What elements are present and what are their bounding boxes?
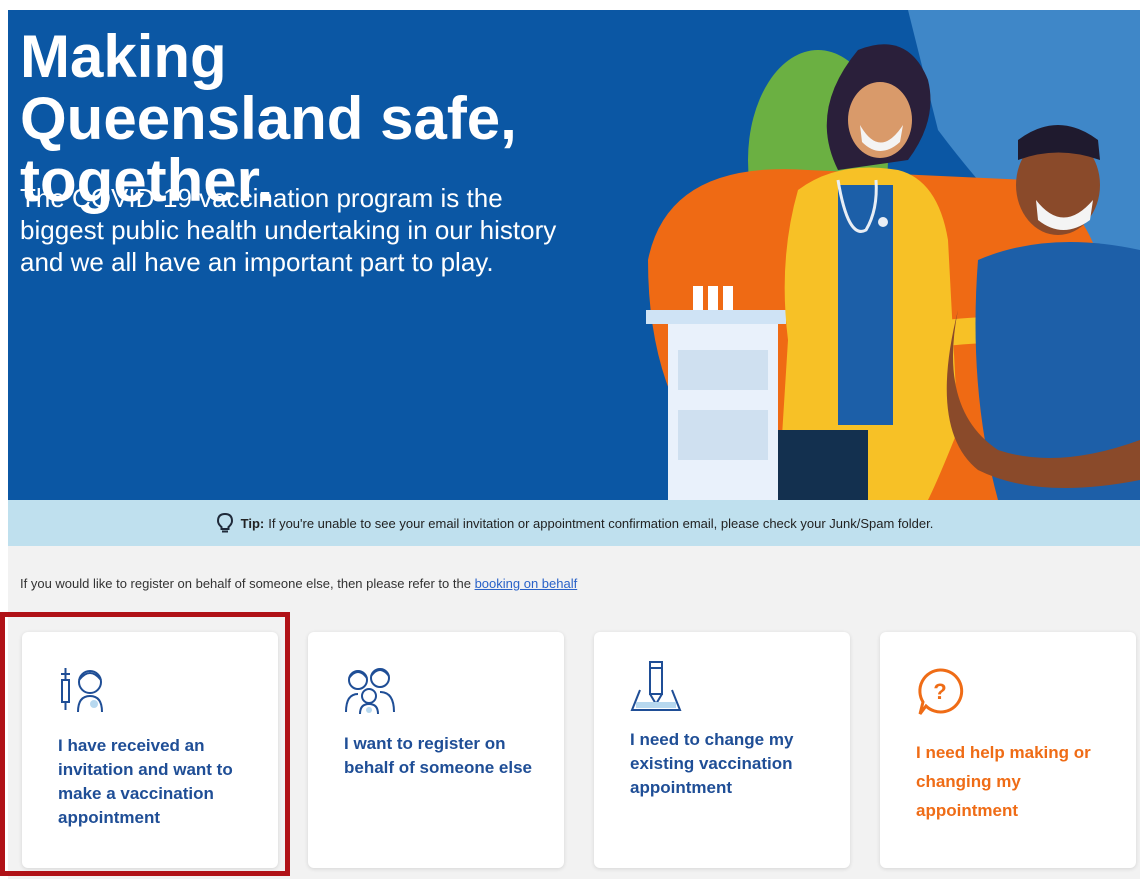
card-need-help-label: I need help making or changing my appoin… (916, 743, 1091, 820)
options-section: If you would like to register on behalf … (8, 546, 1140, 879)
hero-subtitle: The COVID-19 vaccination program is the … (20, 183, 557, 277)
behalf-notice: If you would like to register on behalf … (20, 576, 577, 591)
tip-label: Tip: (240, 515, 265, 531)
svg-text:?: ? (933, 679, 946, 704)
family-icon (345, 668, 395, 715)
booking-on-behalf-link[interactable]: booking on behalf (475, 576, 578, 591)
card-received-invitation-label: I have received an invitation and want t… (58, 736, 233, 827)
vaccination-person-icon (61, 668, 103, 713)
pencil-edit-icon (630, 661, 682, 711)
hero-banner: Making Queensland safe, together. The CO… (8, 10, 1140, 500)
nurse-vaccinating-patient-illustration (646, 10, 1140, 500)
lightbulb-icon (216, 512, 233, 533)
card-register-on-behalf-label: I want to register on behalf of someone … (344, 734, 532, 777)
card-need-help[interactable]: ? I need help making or changing my appo… (880, 632, 1136, 868)
card-received-invitation[interactable]: I have received an invitation and want t… (22, 632, 278, 868)
tip-text: If you're unable to see your email invit… (268, 515, 934, 531)
behalf-notice-text: If you would like to register on behalf … (20, 576, 471, 591)
tip-bar: Tip: If you're unable to see your email … (8, 500, 1140, 546)
card-change-appointment-label: I need to change my existing vaccination… (630, 730, 794, 797)
help-question-icon: ? (918, 668, 964, 715)
card-register-on-behalf[interactable]: I want to register on behalf of someone … (308, 632, 564, 868)
card-change-appointment[interactable]: I need to change my existing vaccination… (594, 632, 850, 868)
